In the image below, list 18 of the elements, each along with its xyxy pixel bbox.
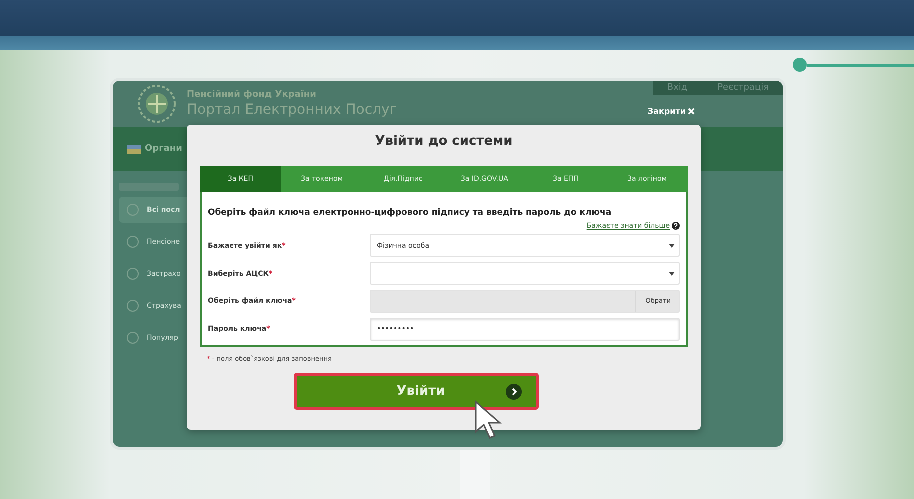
organization-name: Пенсійний фонд України xyxy=(187,90,318,100)
header-link[interactable]: Вхід xyxy=(653,81,702,95)
emblem-icon xyxy=(137,84,177,124)
mouse-pointer-icon xyxy=(474,400,504,440)
nav-link[interactable]: Органи xyxy=(145,144,182,154)
dialog-title: Увійти до системи xyxy=(374,133,514,151)
header-link[interactable]: Реєстрація xyxy=(704,81,783,95)
arrow-right-icon xyxy=(506,384,522,400)
flag-icon xyxy=(127,144,141,154)
caret-icon xyxy=(669,272,675,276)
portal-title: Портал Електронних Послуг xyxy=(187,102,398,118)
close-icon xyxy=(688,108,695,115)
select-field[interactable] xyxy=(370,262,680,286)
login-button[interactable]: Увійти xyxy=(294,373,538,410)
close-button[interactable]: Закрити xyxy=(648,107,695,116)
timeline-marker-icon xyxy=(793,58,914,72)
caret-icon xyxy=(669,244,675,248)
help-icon xyxy=(672,222,680,230)
